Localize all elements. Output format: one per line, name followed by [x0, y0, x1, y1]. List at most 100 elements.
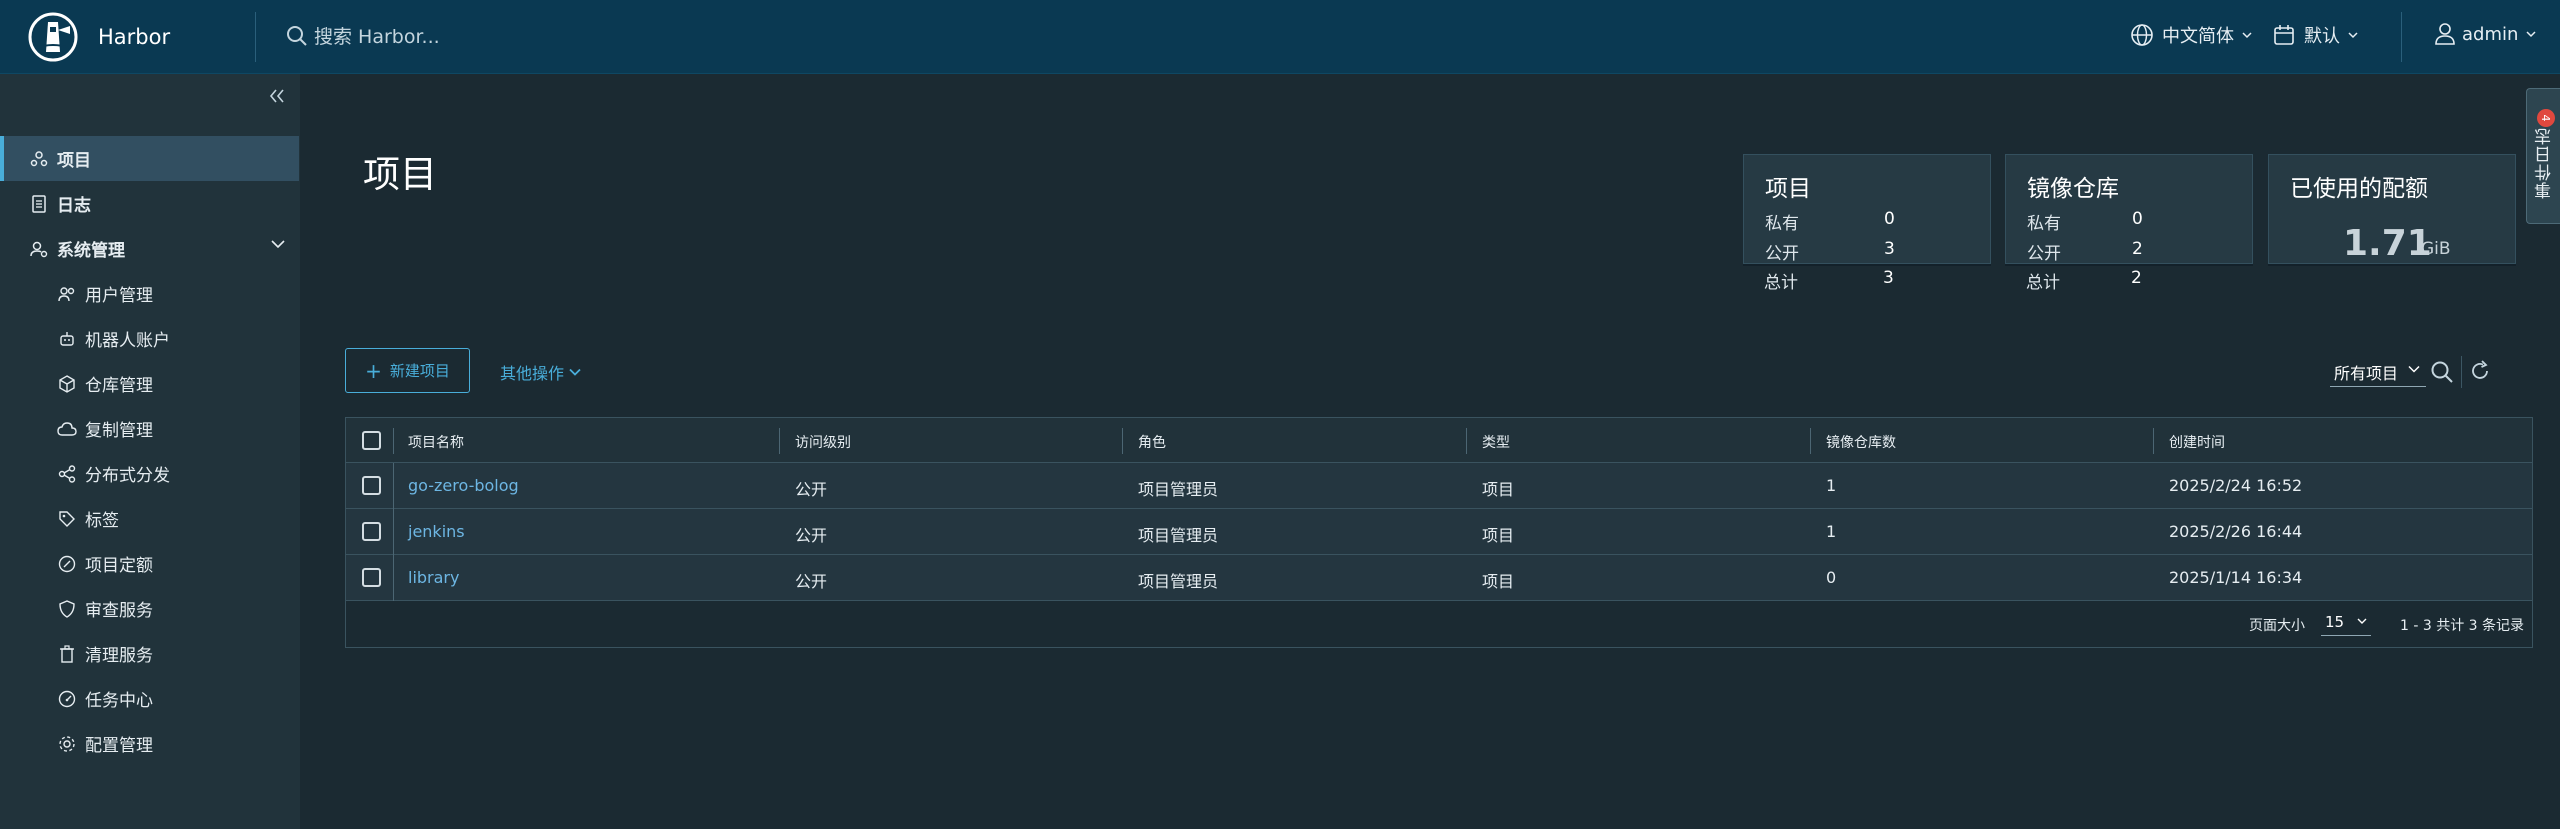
sidebar-item-label: 审查服务	[85, 601, 153, 621]
table-header: 项目名称 访问级别 角色 类型 镜像仓库数 创建时间	[346, 418, 2532, 463]
sidebar-item-project-quotas[interactable]: 项目定额	[0, 541, 300, 586]
event-log-tab[interactable]: 4 事件日志	[2526, 88, 2560, 224]
column-divider	[393, 555, 394, 601]
sidebar-item-distributions[interactable]: 分布式分发	[0, 451, 300, 496]
brand[interactable]: Harbor	[28, 12, 170, 62]
tag-icon	[57, 509, 77, 529]
quota-unit: GiB	[2421, 239, 2451, 259]
sidebar-item-clean-up[interactable]: 清理服务	[0, 631, 300, 676]
cell-role: 项目管理员	[1138, 572, 1219, 591]
harbor-logo-icon	[28, 12, 78, 62]
search-icon	[287, 25, 307, 46]
sidebar-item-label: 配置管理	[85, 736, 153, 756]
sidebar-item-users[interactable]: 用户管理	[0, 271, 300, 316]
table-row[interactable]: go-zero-bolog 公开 项目管理员 项目 1 2025/2/24 16…	[346, 463, 2532, 509]
page-size-select[interactable]: 15	[2321, 606, 2371, 636]
sidebar-item-replications[interactable]: 复制管理	[0, 406, 300, 451]
cell-created: 2025/2/26 16:44	[2169, 522, 2303, 541]
sidebar-item-admin[interactable]: 系统管理	[0, 226, 300, 271]
project-filter-select[interactable]: 所有项目	[2330, 357, 2426, 387]
page-title: 项目	[363, 153, 437, 196]
projects-summary-card: 项目 私有 0 公开 3	[1743, 154, 1991, 264]
event-count-badge: 4	[2537, 109, 2555, 127]
globe-icon	[2131, 24, 2153, 46]
new-project-button[interactable]: + 新建项目	[345, 348, 470, 393]
search-icon[interactable]	[2430, 360, 2454, 384]
dashboard-icon	[57, 689, 77, 709]
column-divider	[393, 428, 394, 454]
sidebar-item-interrogation-services[interactable]: 审查服务	[0, 586, 300, 631]
project-name-link[interactable]: jenkins	[408, 522, 465, 541]
card-title: 镜像仓库	[2027, 176, 2119, 202]
column-divider	[779, 428, 780, 454]
theme-selector[interactable]: 默认	[2272, 22, 2358, 48]
project-name-link[interactable]: library	[408, 568, 459, 587]
user-menu[interactable]: admin	[2434, 22, 2536, 46]
column-header-repo-count[interactable]: 镜像仓库数	[1826, 432, 1896, 452]
column-header-name[interactable]: 项目名称	[408, 432, 464, 452]
sidebar-item-label: 系统管理	[57, 241, 125, 261]
search-input[interactable]: 搜索 Harbor...	[314, 22, 440, 49]
sidebar-item-label: 项目定额	[85, 556, 153, 576]
column-header-type[interactable]: 类型	[1482, 432, 1510, 452]
select-all-checkbox[interactable]	[362, 431, 381, 450]
toolbar-divider	[2461, 356, 2462, 388]
projects-table: 项目名称 访问级别 角色 类型 镜像仓库数 创建时间 go-zero-bolog…	[345, 417, 2533, 648]
refresh-icon[interactable]	[2469, 360, 2491, 382]
sidebar-item-label: 项目	[57, 151, 91, 171]
column-divider	[393, 509, 394, 555]
repositories-summary-card: 镜像仓库 私有 0 公开 2	[2005, 154, 2253, 264]
row-checkbox[interactable]	[362, 476, 381, 495]
sidebar-item-labels[interactable]: 标签	[0, 496, 300, 541]
card-row-label: 私有	[1765, 214, 1799, 234]
table-footer: 页面大小 15 1 - 3 共计 3 条记录	[346, 601, 2532, 647]
cell-access: 公开	[795, 526, 828, 545]
sidebar-item-job-service[interactable]: 任务中心	[0, 676, 300, 721]
language-selector[interactable]: 中文简体	[2130, 22, 2252, 48]
card-row-label: 总计	[2026, 273, 2060, 293]
card-row-label: 私有	[2027, 214, 2061, 234]
column-divider	[393, 463, 394, 509]
user-name: admin	[2462, 23, 2519, 45]
sidebar-item-configuration[interactable]: 配置管理	[0, 721, 300, 766]
chevron-down-icon[interactable]	[270, 239, 286, 249]
card-row-value: 2	[2131, 268, 2142, 288]
project-name-link[interactable]: go-zero-bolog	[408, 476, 519, 495]
sidebar-item-logs[interactable]: 日志	[0, 181, 300, 226]
column-header-role[interactable]: 角色	[1138, 432, 1166, 452]
sidebar-item-registries[interactable]: 仓库管理	[0, 361, 300, 406]
header-divider	[255, 12, 256, 62]
sidebar-item-label: 日志	[57, 196, 91, 216]
top-header: Harbor 搜索 Harbor... 中文简体 默认 admin	[0, 0, 2560, 74]
collapse-sidebar-icon[interactable]	[268, 88, 286, 104]
column-header-created[interactable]: 创建时间	[2169, 432, 2225, 452]
row-checkbox[interactable]	[362, 522, 381, 541]
sidebar-item-robot-accounts[interactable]: 机器人账户	[0, 316, 300, 361]
cell-type: 项目	[1482, 480, 1515, 499]
row-checkbox[interactable]	[362, 568, 381, 587]
table-row[interactable]: library 公开 项目管理员 项目 0 2025/1/14 16:34	[346, 555, 2532, 601]
sidebar-item-projects[interactable]: 项目	[0, 136, 299, 181]
sidebar-item-label: 清理服务	[85, 646, 153, 666]
card-row-value: 2	[2132, 239, 2143, 259]
chevron-down-icon	[2408, 365, 2420, 373]
column-divider	[2153, 428, 2154, 454]
column-header-access[interactable]: 访问级别	[795, 432, 851, 452]
card-row-value: 3	[1884, 239, 1895, 259]
card-row-value: 3	[1883, 268, 1894, 288]
cell-type: 项目	[1482, 526, 1515, 545]
sidebar-item-label: 用户管理	[85, 286, 153, 306]
distribution-icon	[57, 464, 77, 484]
global-search[interactable]: 搜索 Harbor...	[286, 22, 440, 49]
language-label: 中文简体	[2162, 26, 2234, 47]
table-row[interactable]: jenkins 公开 项目管理员 项目 1 2025/2/26 16:44	[346, 509, 2532, 555]
more-actions-label: 其他操作	[500, 364, 565, 383]
column-divider	[1122, 428, 1123, 454]
quota-value: 1.71	[2343, 223, 2432, 264]
projects-icon	[29, 149, 49, 169]
card-row-label: 公开	[1765, 244, 1799, 264]
new-project-label: 新建项目	[389, 362, 450, 380]
chevron-down-icon	[2357, 618, 2367, 624]
more-actions-button[interactable]: 其他操作	[500, 360, 581, 384]
chevron-down-icon	[2526, 31, 2536, 38]
